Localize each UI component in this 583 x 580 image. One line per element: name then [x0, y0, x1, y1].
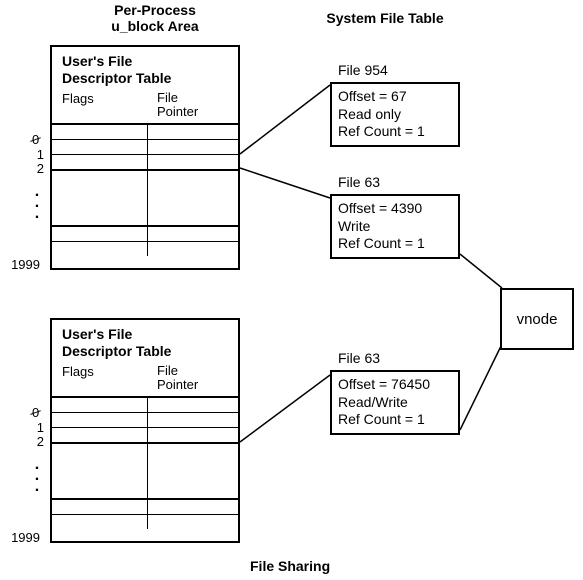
- fdt-b-idx-2: 2: [10, 435, 44, 448]
- table-row: [52, 515, 238, 529]
- table-row: [52, 125, 238, 140]
- table-row: [52, 242, 238, 256]
- table-row: [52, 398, 238, 413]
- sysfile-1-mode: Write: [338, 218, 452, 236]
- fdt-a-rows: [52, 123, 238, 256]
- fdt-b-title: User's File Descriptor Table: [52, 320, 238, 362]
- fd-table-a: User's File Descriptor Table Flags File …: [50, 45, 240, 270]
- fdt-b-rows: [52, 396, 238, 529]
- vnode-box: vnode: [500, 288, 574, 350]
- fd-table-b: User's File Descriptor Table Flags File …: [50, 318, 240, 543]
- left-column-header: Per-Process u_block Area: [90, 2, 220, 34]
- fdt-b-colhdrs: Flags File Pointer: [52, 362, 238, 397]
- sysfile-2-box: Offset = 76450 Read/Write Ref Count = 1: [330, 370, 460, 435]
- fdt-a-title: User's File Descriptor Table: [52, 47, 238, 89]
- sysfile-0-refcount: Ref Count = 1: [338, 123, 452, 141]
- table-row: [52, 428, 238, 443]
- left-header-l2: u_block Area: [111, 18, 198, 34]
- fdt-a-idx-last: 1999: [6, 258, 40, 271]
- col-flags: Flags: [52, 91, 157, 120]
- sysfile-0-label: File 954: [338, 62, 388, 78]
- sysfile-2-refcount: Ref Count = 1: [338, 411, 452, 429]
- fdt-a-dots: ...: [30, 186, 44, 220]
- sysfile-1-label: File 63: [338, 174, 380, 190]
- fdt-a-colhdrs: Flags File Pointer: [52, 89, 238, 124]
- sysfile-0-offset: Offset = 67: [338, 88, 452, 106]
- fdt-b-idx-1: 1: [10, 421, 44, 434]
- left-header-l1: Per-Process: [114, 2, 196, 18]
- sysfile-0-mode: Read only: [338, 106, 452, 124]
- sysfile-2-offset: Offset = 76450: [338, 376, 452, 394]
- table-row-gap: [52, 443, 238, 500]
- table-row: [52, 140, 238, 155]
- vnode-label: vnode: [517, 311, 558, 328]
- table-row: [52, 227, 238, 242]
- fdt-a-idx-0: 0: [32, 133, 39, 146]
- fdt-a-idx-1: 1: [10, 148, 44, 161]
- sysfile-0-box: Offset = 67 Read only Ref Count = 1: [330, 82, 460, 147]
- sysfile-2-mode: Read/Write: [338, 394, 452, 412]
- fdt-b-dots: ...: [30, 459, 44, 493]
- fdt-b-idx-last: 1999: [6, 531, 40, 544]
- table-row: [52, 413, 238, 428]
- col-file-pointer: File Pointer: [157, 91, 227, 120]
- table-row: [52, 500, 238, 515]
- fdt-b-idx-0: 0: [32, 406, 39, 419]
- col-flags: Flags: [52, 364, 157, 393]
- sysfile-1-refcount: Ref Count = 1: [338, 235, 452, 253]
- fdt-a-idx-2: 2: [10, 162, 44, 175]
- col-file-pointer: File Pointer: [157, 364, 227, 393]
- diagram-caption: File Sharing: [250, 558, 330, 574]
- sysfile-1-offset: Offset = 4390: [338, 200, 452, 218]
- right-column-header: System File Table: [300, 10, 470, 26]
- sysfile-2-label: File 63: [338, 350, 380, 366]
- right-header: System File Table: [326, 10, 443, 26]
- table-row: [52, 155, 238, 170]
- sysfile-1-box: Offset = 4390 Write Ref Count = 1: [330, 194, 460, 259]
- table-row-gap: [52, 170, 238, 227]
- diagram-stage: Per-Process u_block Area System File Tab…: [0, 0, 583, 580]
